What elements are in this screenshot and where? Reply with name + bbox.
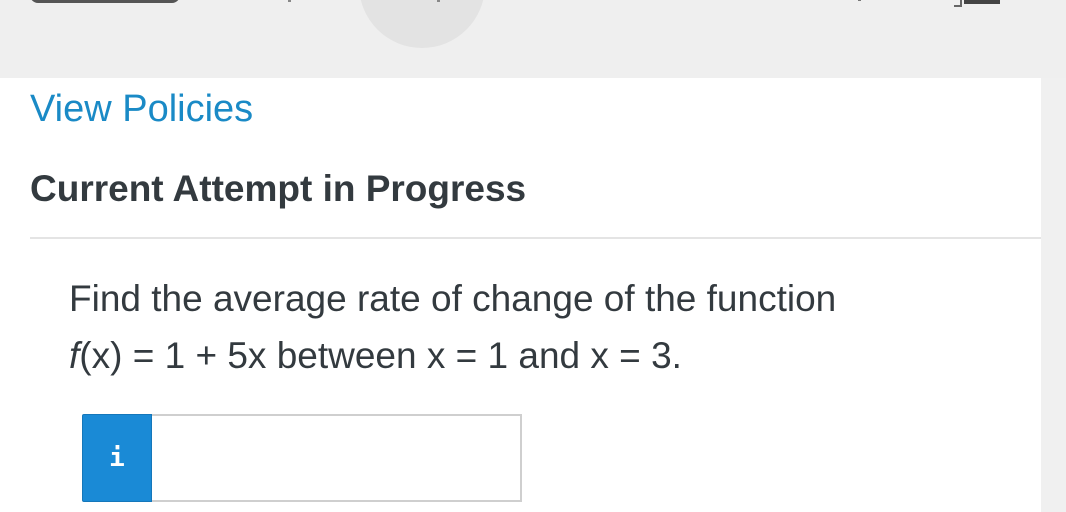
top-toolbar-strip [0, 0, 1066, 78]
cropped-toolbar-mark [858, 0, 861, 1]
view-policies-link[interactable]: View Policies [30, 88, 253, 130]
cropped-toolbar-mark [437, 0, 440, 2]
cropped-toolbar-text [30, 0, 190, 4]
question-line-1: Find the average rate of change of the f… [69, 278, 837, 319]
cropped-toolbar-mark [288, 0, 291, 2]
question-text: Find the average rate of change of the f… [69, 270, 1009, 384]
function-expression: (x) = 1 + 5x between x = 1 and x = 3. [79, 335, 682, 376]
corner-bar-icon [964, 0, 1000, 4]
answer-input-group: i [82, 414, 522, 502]
corner-tick-icon [954, 0, 962, 7]
corner-menu-icon[interactable] [950, 0, 1000, 7]
answer-field[interactable] [152, 414, 522, 502]
function-name: f [69, 335, 80, 376]
info-icon[interactable]: i [82, 414, 152, 502]
attempt-status-heading: Current Attempt in Progress [30, 168, 527, 209]
nav-circle-button[interactable] [359, 0, 485, 48]
section-divider [30, 237, 1041, 239]
